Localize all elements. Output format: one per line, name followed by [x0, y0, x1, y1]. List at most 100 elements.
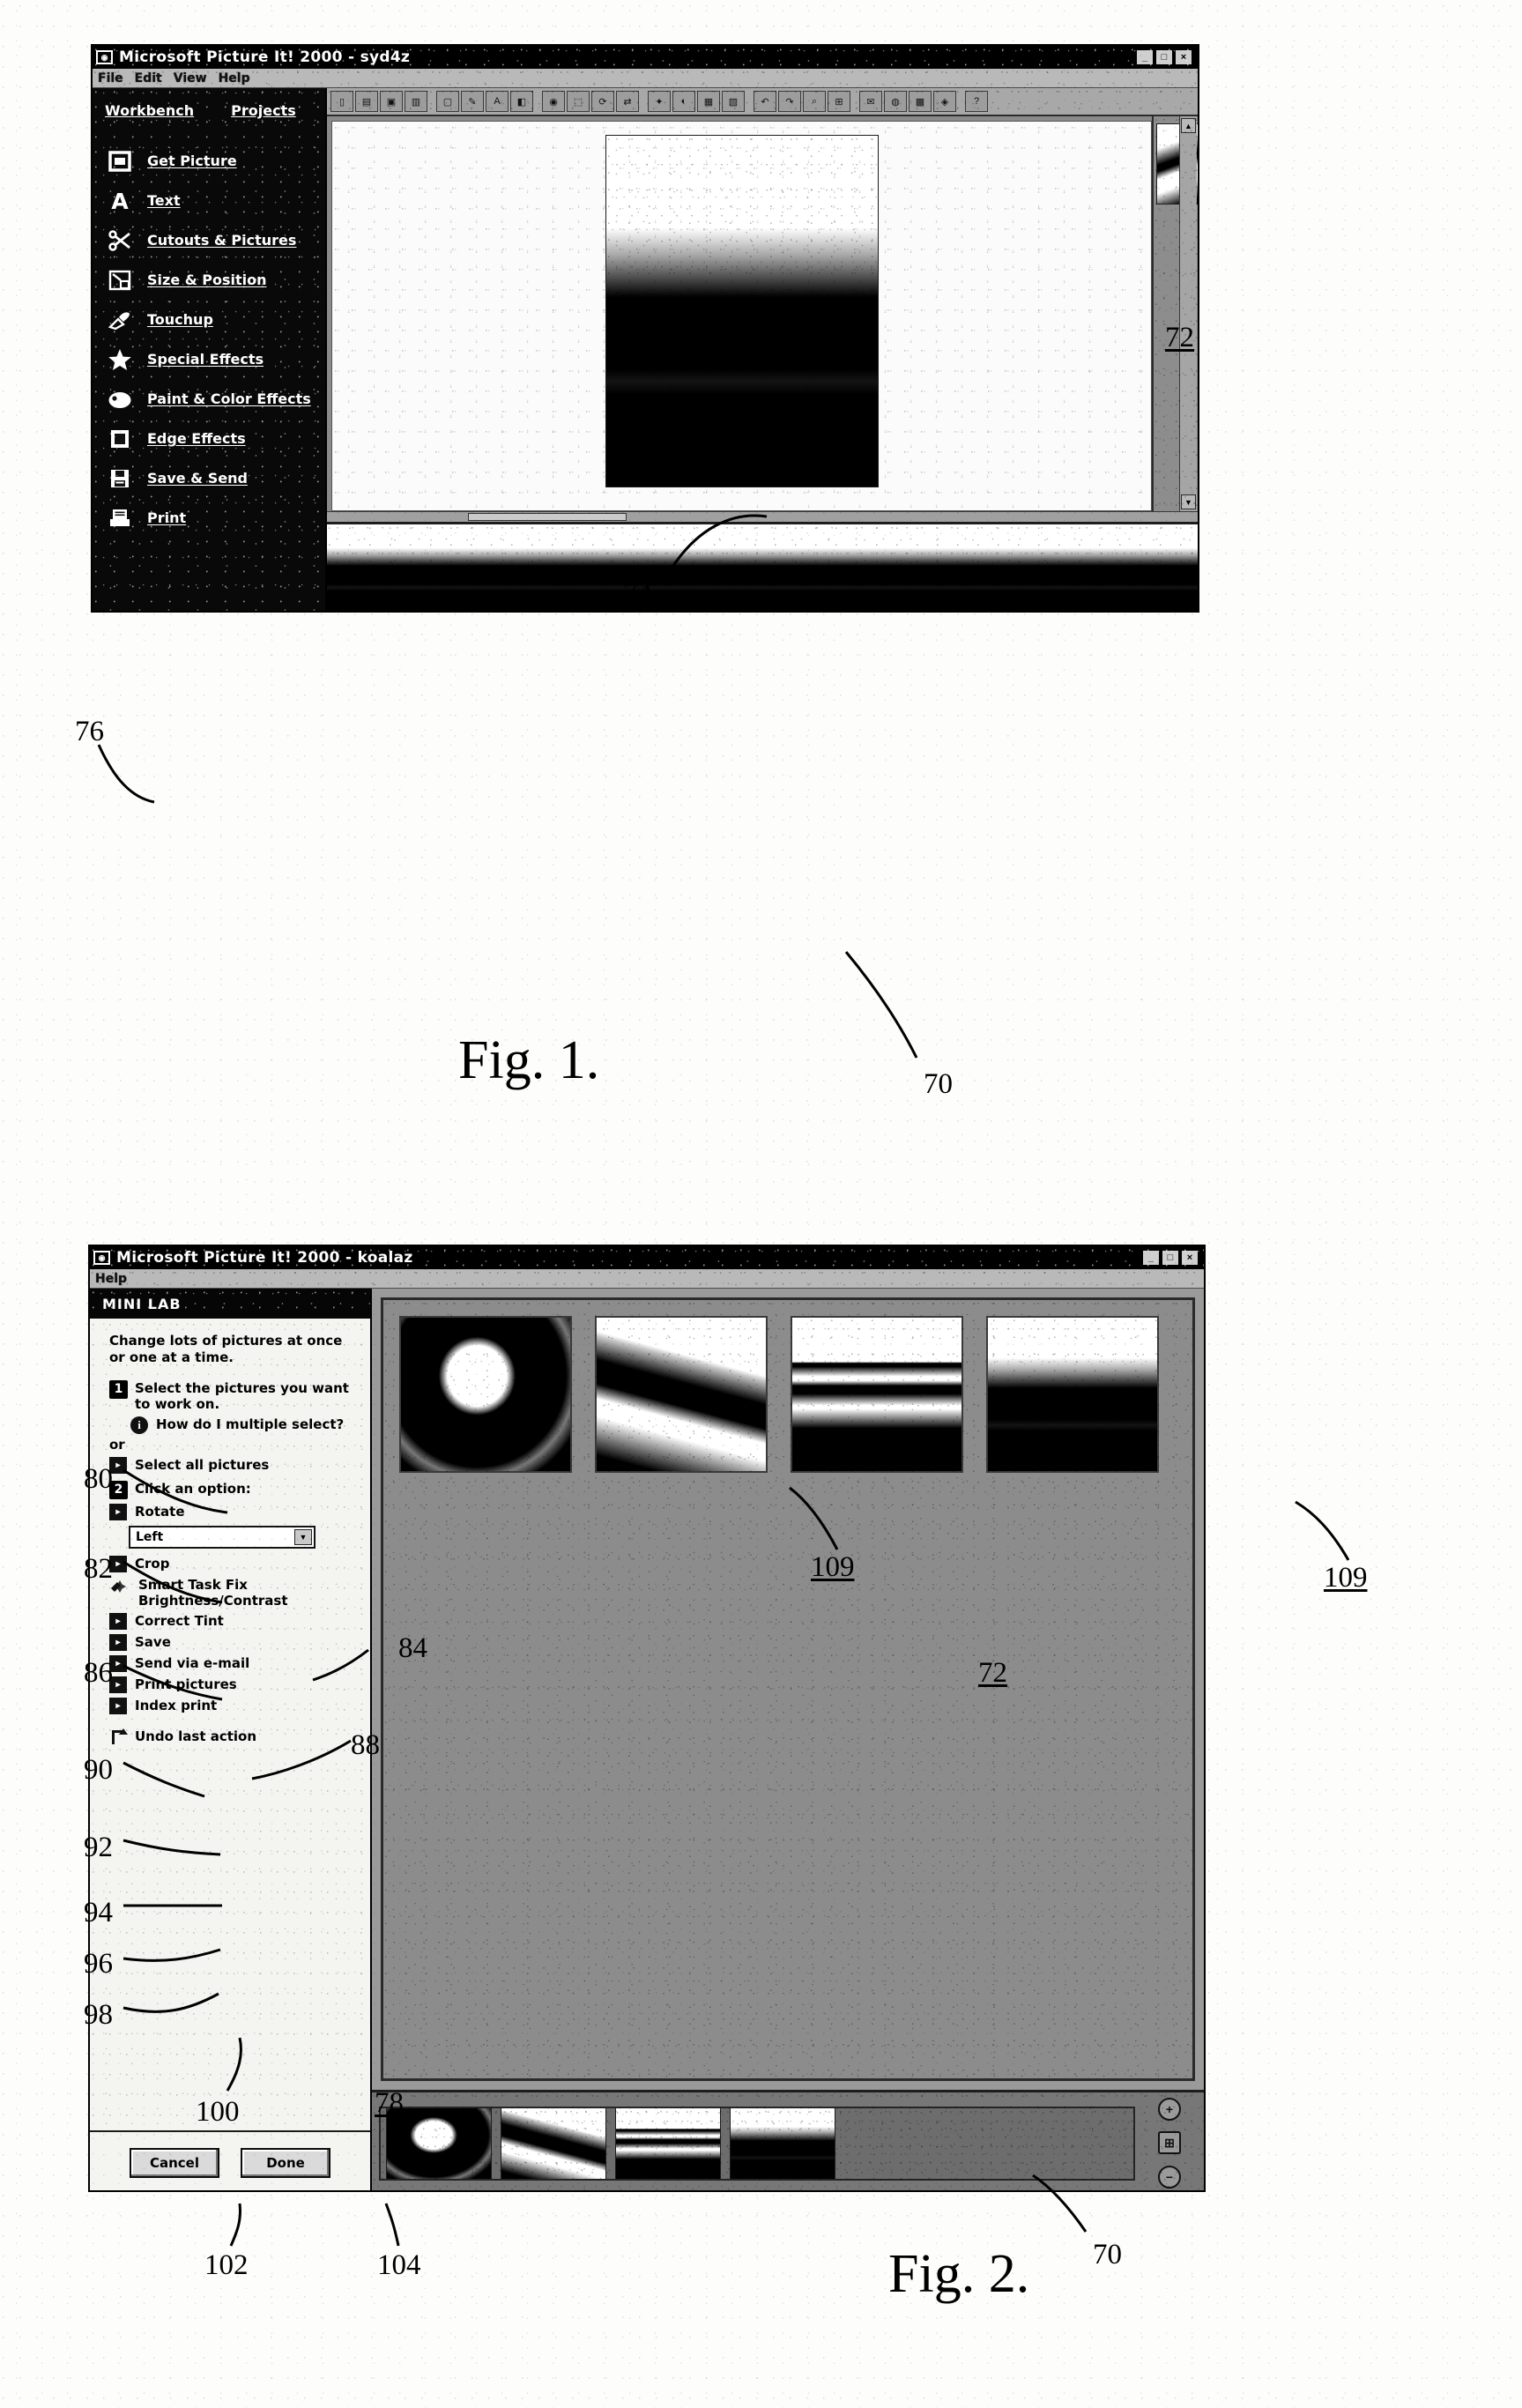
star-icon [107, 347, 133, 372]
toolbar-save-icon[interactable]: ▣ [380, 91, 403, 112]
select-all-pictures-option[interactable]: ▸ Select all pictures [109, 1456, 361, 1474]
toolbar-web-icon[interactable]: ◍ [884, 91, 907, 112]
undo-last-action[interactable]: Undo last action [109, 1728, 361, 1745]
tray-preview-thumbnail[interactable] [327, 524, 1198, 611]
figure2-caption: Fig. 2. [888, 2244, 1030, 2304]
how-do-i-multiple-select-link[interactable]: i How do I multiple select? [130, 1416, 361, 1434]
sidebar-item-text[interactable]: A Text [93, 181, 325, 220]
rotate-option[interactable]: ▸ Rotate [109, 1503, 361, 1520]
toolbar-stamp-icon[interactable]: ◉ [542, 91, 565, 112]
close-button[interactable]: × [1181, 1250, 1199, 1266]
scroll-down-arrow-icon[interactable]: ▼ [1181, 494, 1196, 509]
maximize-button[interactable]: □ [1162, 1250, 1179, 1266]
toolbar-color-icon[interactable]: ◐ [672, 91, 695, 112]
menu-help[interactable]: Help [95, 1272, 127, 1286]
callout-109-a: 109 [811, 1551, 855, 1583]
toolbar-zoom-icon[interactable]: ⌕ [803, 91, 826, 112]
step-1-number: 1 [109, 1379, 128, 1399]
maximize-button[interactable]: □ [1155, 49, 1173, 65]
toolbar-email-icon[interactable]: ✉ [859, 91, 882, 112]
vertical-scrollbar[interactable]: ▲ ▼ [1179, 116, 1197, 511]
filmstrip-inner[interactable] [379, 2106, 1135, 2181]
lightbox-canvas[interactable] [381, 1297, 1195, 2081]
horizontal-scrollbar[interactable] [327, 511, 1198, 522]
toolbar-select-icon[interactable]: ⬚ [567, 91, 590, 112]
option-label: Index print [135, 1697, 218, 1713]
sidebar-item-edge-effects[interactable]: Edge Effects [93, 419, 325, 458]
toolbar-rotate-icon[interactable]: ⟳ [591, 91, 614, 112]
toolbar-grid-icon[interactable]: ⊞ [828, 91, 850, 112]
toolbar-print-icon[interactable]: ▥ [405, 91, 427, 112]
toolbar-redo-icon[interactable]: ↷ [778, 91, 801, 112]
menu-help[interactable]: Help [219, 71, 250, 85]
sidebar-item-touchup[interactable]: Touchup [93, 300, 325, 339]
picture-card-4[interactable] [986, 1316, 1159, 1473]
toolbar-open-icon[interactable]: ▤ [355, 91, 378, 112]
chevron-down-icon[interactable]: ▼ [294, 1528, 312, 1545]
toolbar-frame-icon[interactable]: ▧ [722, 91, 745, 112]
sidebar-item-print[interactable]: Print [93, 498, 325, 538]
info-icon: i [130, 1416, 148, 1434]
filmstrip-thumbnail[interactable] [615, 2107, 721, 2179]
toolbar-fill-icon[interactable]: ◧ [510, 91, 533, 112]
rotate-dropdown[interactable]: Left ▼ [129, 1525, 316, 1549]
sidebar-item-save-send[interactable]: Save & Send [93, 458, 325, 498]
minimize-button[interactable]: _ [1142, 1250, 1160, 1266]
tab-projects[interactable]: Projects [231, 102, 296, 122]
sidebar-label: Touchup [147, 311, 213, 328]
toolbar-undo-icon[interactable]: ↶ [754, 91, 776, 112]
figure1-window: ◉ Microsoft Picture It! 2000 - syd4z _ □… [91, 44, 1199, 613]
undo-label: Undo last action [135, 1728, 257, 1744]
zoom-out-icon[interactable]: − [1158, 2165, 1181, 2189]
menu-edit[interactable]: Edit [135, 71, 162, 85]
picture-card-2[interactable] [595, 1316, 768, 1473]
picture-image[interactable] [605, 135, 879, 487]
cancel-button[interactable]: Cancel [130, 2148, 219, 2178]
filmstrip-thumbnail[interactable] [730, 2107, 835, 2179]
callout-78: 78 [375, 2087, 404, 2119]
sidebar-item-get-picture[interactable]: Get Picture [93, 141, 325, 181]
sidebar-item-size-position[interactable]: Size & Position [93, 260, 325, 300]
smart-task-fix-option[interactable]: Smart Task Fix Brightness/Contrast [109, 1577, 361, 1609]
toolbar-help-icon[interactable]: ? [965, 91, 988, 112]
picture-frame-icon [107, 149, 133, 174]
done-button[interactable]: Done [241, 2148, 330, 2178]
option-label: Print pictures [135, 1676, 237, 1692]
close-button[interactable]: × [1175, 49, 1192, 65]
step-1: 1 Select the pictures you want to work o… [109, 1379, 361, 1412]
picture-card-3[interactable] [791, 1316, 963, 1473]
menu-file[interactable]: File [98, 71, 123, 85]
filmstrip-thumbnail[interactable] [501, 2107, 606, 2179]
picture-it-icon: ◉ [93, 1251, 110, 1265]
sidebar-label: Size & Position [147, 271, 267, 288]
fit-to-window-icon[interactable]: ⊞ [1158, 2131, 1181, 2155]
toolbar-new-icon[interactable]: ▯ [330, 91, 353, 112]
toolbar-brush-icon[interactable]: ✎ [461, 91, 484, 112]
toolbar-crop-icon[interactable]: ▢ [436, 91, 459, 112]
minimize-button[interactable]: _ [1136, 49, 1154, 65]
print-pictures-option[interactable]: ▸ Print pictures [109, 1676, 361, 1693]
toolbar-flip-icon[interactable]: ⇄ [616, 91, 639, 112]
toolbar-album-icon[interactable]: ▩ [909, 91, 932, 112]
toolbar-layers-icon[interactable]: ▦ [697, 91, 720, 112]
menu-view[interactable]: View [174, 71, 207, 85]
sidebar-item-paint-color-effects[interactable]: Paint & Color Effects [93, 379, 325, 419]
send-via-email-option[interactable]: ▸ Send via e-mail [109, 1654, 361, 1672]
toolbar-text-icon[interactable]: A [486, 91, 509, 112]
sidebar-label: Get Picture [147, 152, 237, 169]
scroll-up-arrow-icon[interactable]: ▲ [1181, 118, 1196, 133]
sidebar-item-cutouts-pictures[interactable]: Cutouts & Pictures [93, 220, 325, 260]
zoom-in-icon[interactable]: + [1158, 2098, 1181, 2122]
sidebar-item-special-effects[interactable]: Special Effects [93, 339, 325, 379]
toolbar-effects-icon[interactable]: ✦ [648, 91, 671, 112]
correct-tint-option[interactable]: ▸ Correct Tint [109, 1612, 361, 1630]
tab-workbench[interactable]: Workbench [105, 102, 194, 122]
crop-option[interactable]: ▸ Crop [109, 1555, 361, 1572]
main-picture-canvas[interactable] [331, 121, 1152, 511]
save-option[interactable]: ▸ Save [109, 1633, 361, 1651]
fig1-window-title: Microsoft Picture It! 2000 - syd4z [119, 48, 411, 66]
picture-card-1[interactable] [399, 1316, 572, 1473]
toolbar-misc-icon[interactable]: ◈ [933, 91, 956, 112]
fig2-menubar: Help [90, 1269, 1204, 1289]
index-print-option[interactable]: ▸ Index print [109, 1697, 361, 1714]
